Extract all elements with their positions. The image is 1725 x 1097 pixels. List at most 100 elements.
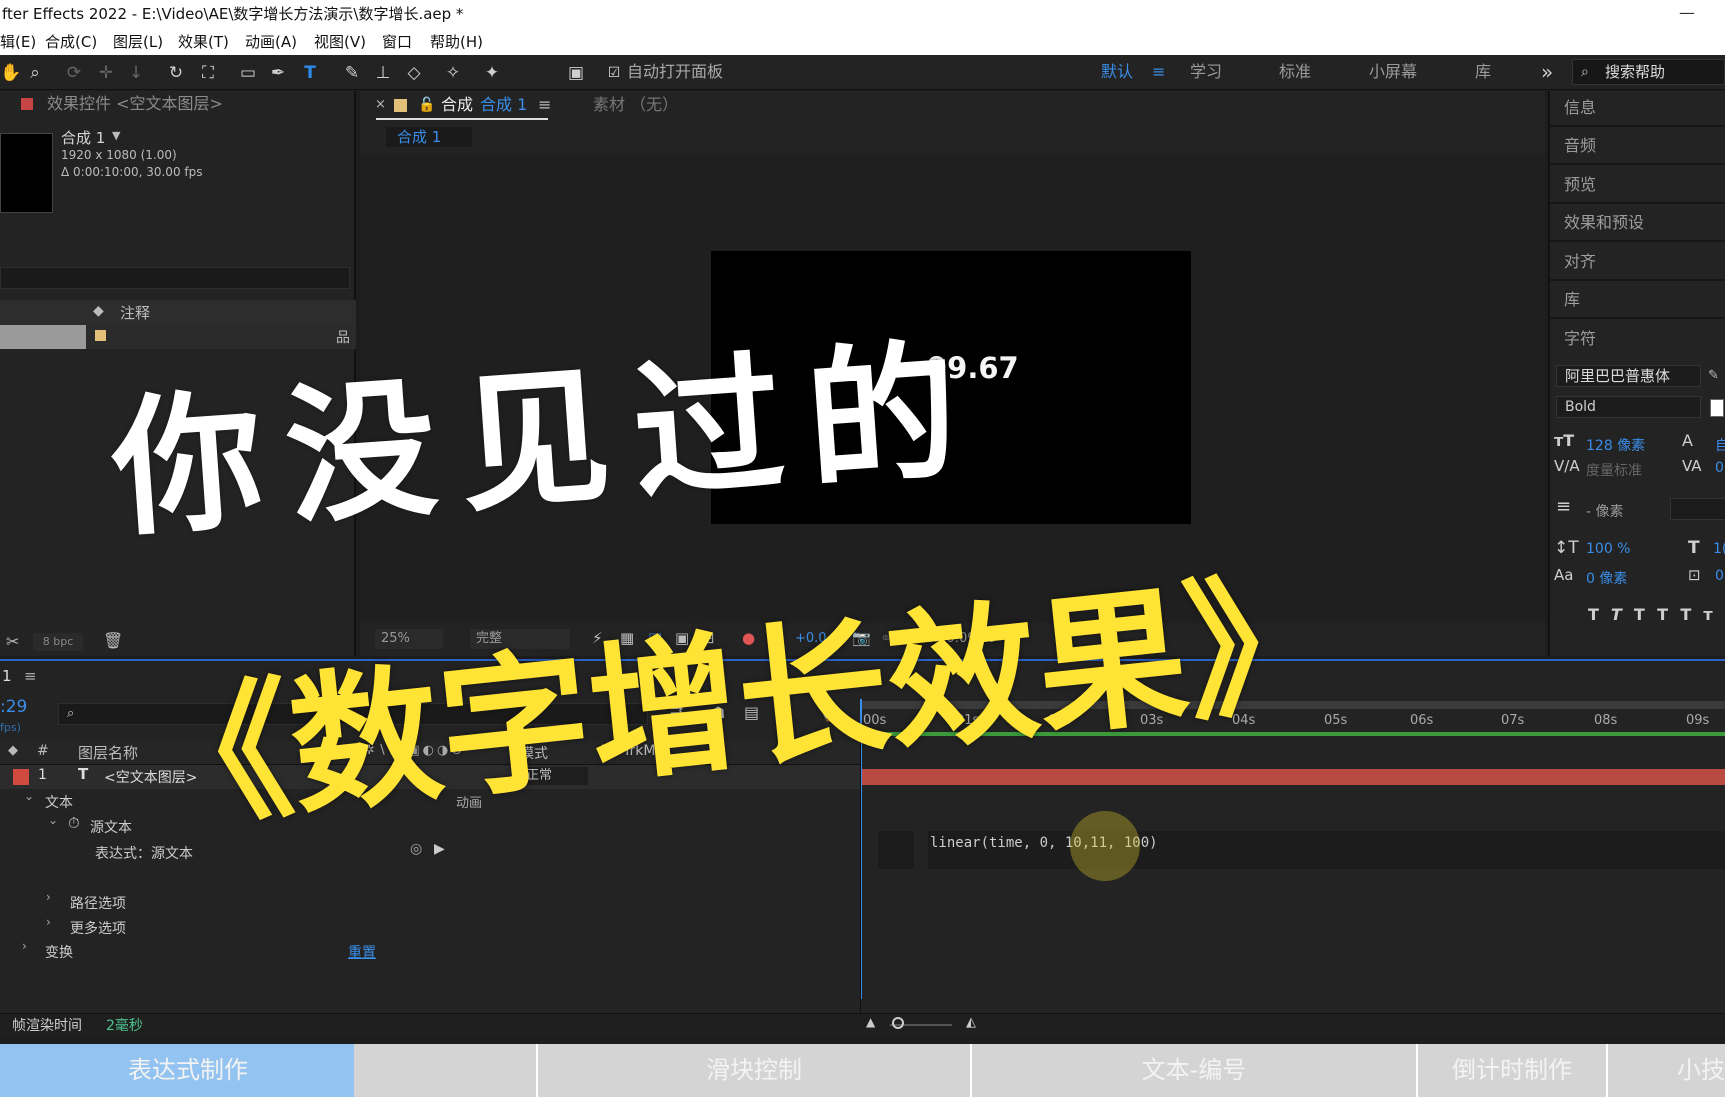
baseline-shift-value[interactable]: 0 像素: [1586, 568, 1627, 588]
interpret-footage-icon[interactable]: ✂: [6, 632, 19, 651]
vertical-scale-value[interactable]: 100 %: [1586, 541, 1630, 557]
fill-color-swatch[interactable]: [1710, 399, 1724, 417]
chevron-down-icon[interactable]: ⌄: [48, 813, 58, 827]
workspace-default[interactable]: 默认: [1101, 55, 1133, 89]
project-item-selected[interactable]: [0, 325, 86, 349]
zoom-in-icon[interactable]: ◭: [966, 1015, 976, 1030]
dolly-tool-icon[interactable]: ↓: [125, 62, 147, 84]
chapter-tab-slider[interactable]: 滑块控制: [538, 1044, 972, 1097]
chevron-right-icon[interactable]: ›: [46, 890, 51, 904]
text-style-buttons[interactable]: TTTTTт: [1588, 605, 1725, 624]
panel-character[interactable]: 字符: [1550, 322, 1725, 358]
chevron-down-icon[interactable]: ▼: [112, 129, 120, 142]
tab-menu-icon[interactable]: ≡: [538, 91, 551, 118]
checkbox-icon[interactable]: ☑: [603, 62, 625, 84]
eraser-tool-icon[interactable]: ◇: [403, 62, 425, 84]
leading-auto-value[interactable]: 自: [1715, 435, 1725, 455]
stopwatch-icon[interactable]: ⏱: [68, 814, 80, 832]
expression-editor[interactable]: linear(time, 0, 10,11, 100): [928, 831, 1725, 869]
chevron-right-icon[interactable]: ›: [46, 915, 51, 929]
font-style-dropdown[interactable]: Bold: [1556, 396, 1701, 418]
workspace-small-screen[interactable]: 小屏幕: [1369, 55, 1417, 89]
timeline-menu-icon[interactable]: ≡: [24, 667, 37, 685]
chapter-tab-text-number[interactable]: 文本-编号: [972, 1044, 1418, 1097]
current-timecode[interactable]: :29: [0, 697, 27, 717]
more-workspaces-icon[interactable]: »: [1541, 55, 1553, 89]
hand-tool-icon[interactable]: ✋: [0, 62, 22, 84]
zoom-tool-icon[interactable]: ⌕: [24, 62, 46, 84]
pen-tool-icon[interactable]: ✒: [267, 62, 289, 84]
prop-more-options[interactable]: 更多选项: [70, 918, 126, 938]
menu-help[interactable]: 帮助(H): [430, 29, 483, 55]
flowchart-icon[interactable]: 品: [336, 327, 350, 347]
kerning-value[interactable]: 度量标准: [1586, 460, 1642, 480]
comp-tab-name[interactable]: 合成 1: [480, 91, 527, 118]
comp-tab-label[interactable]: 合成: [441, 91, 473, 118]
menu-window[interactable]: 窗口: [382, 29, 412, 55]
menu-composition[interactable]: 合成(C): [45, 29, 97, 55]
brush-tool-icon[interactable]: ✎: [341, 62, 363, 84]
trash-icon[interactable]: 🗑: [103, 631, 123, 650]
orbit-tool-icon[interactable]: ⟳: [63, 62, 85, 84]
stamp-tool-icon[interactable]: ⊥: [372, 62, 394, 84]
anchor-tool-icon[interactable]: ⛶: [197, 62, 219, 84]
menu-effect[interactable]: 效果(T): [178, 29, 229, 55]
font-family-dropdown[interactable]: 阿里巴巴普惠体: [1556, 365, 1701, 387]
comp-name[interactable]: 合成 1: [61, 127, 105, 148]
project-item-row[interactable]: [86, 325, 356, 349]
type-tool-icon[interactable]: T: [299, 62, 321, 84]
workspace-menu-icon[interactable]: ≡: [1152, 55, 1165, 89]
panel-align[interactable]: 对齐: [1550, 245, 1725, 281]
panel-icon[interactable]: ▣: [565, 62, 587, 84]
menu-edit[interactable]: 辑(E): [0, 29, 36, 55]
workspace-standard[interactable]: 标准: [1279, 55, 1311, 89]
footage-tab[interactable]: 素材 （无）: [593, 91, 678, 118]
menu-view[interactable]: 视图(V): [314, 29, 366, 55]
help-search-input[interactable]: ⌕ 搜索帮助: [1572, 59, 1725, 85]
pan-tool-icon[interactable]: ✛: [95, 62, 117, 84]
minimize-button[interactable]: —: [1679, 0, 1695, 26]
font-size-value[interactable]: 128 像素: [1586, 435, 1645, 455]
stroke-type-dropdown[interactable]: [1670, 498, 1725, 520]
panel-info[interactable]: 信息: [1550, 91, 1725, 127]
chapter-tab-tips[interactable]: 小技: [1608, 1044, 1725, 1097]
expression-play-icon[interactable]: ▶: [434, 841, 445, 857]
puppet-pin-icon[interactable]: ✦: [481, 62, 503, 84]
lock-icon[interactable]: 🔓: [418, 93, 435, 117]
stroke-width-value[interactable]: - 像素: [1586, 501, 1624, 521]
horizontal-scale-value[interactable]: 1(: [1713, 541, 1725, 557]
chevron-down-icon[interactable]: ⌄: [24, 789, 34, 803]
zoom-dropdown[interactable]: 25%: [375, 629, 443, 649]
eyedropper-icon[interactable]: ✎: [1708, 368, 1719, 383]
column-comment[interactable]: 注释: [120, 301, 150, 325]
zoom-slider-handle[interactable]: [892, 1017, 904, 1029]
prop-transform[interactable]: 变换: [45, 942, 73, 962]
bpc-button[interactable]: 8 bpc: [33, 633, 83, 651]
menu-animation[interactable]: 动画(A): [245, 29, 297, 55]
timeline-tab[interactable]: 1: [2, 667, 12, 685]
prop-path-options[interactable]: 路径选项: [70, 893, 126, 913]
rectangle-tool-icon[interactable]: ▭: [237, 62, 259, 84]
expression-pickwhip-icon[interactable]: ◎: [410, 841, 422, 857]
prop-text[interactable]: 文本: [45, 792, 73, 812]
reset-link[interactable]: 重置: [348, 942, 376, 962]
workspace-learn[interactable]: 学习: [1190, 55, 1222, 89]
tsume-value[interactable]: 0: [1715, 568, 1724, 584]
chapter-tab-expression[interactable]: 表达式制作: [22, 1044, 354, 1097]
chevron-right-icon[interactable]: ›: [22, 939, 27, 953]
panel-preview[interactable]: 预览: [1550, 168, 1725, 204]
prop-source-text[interactable]: 源文本: [90, 817, 132, 837]
column-layer-name[interactable]: 图层名称: [78, 742, 138, 763]
rotate-tool-icon[interactable]: ↻: [165, 62, 187, 84]
project-search-input[interactable]: [0, 267, 350, 289]
layer-label-swatch[interactable]: [13, 769, 29, 785]
effect-controls-title[interactable]: 效果控件 <空文本图层>: [47, 91, 223, 117]
roto-brush-icon[interactable]: ✧: [442, 62, 464, 84]
panel-audio[interactable]: 音频: [1550, 129, 1725, 165]
menu-layer[interactable]: 图层(L): [113, 29, 163, 55]
layer-duration-bar[interactable]: [862, 769, 1725, 785]
workspace-library[interactable]: 库: [1475, 55, 1491, 89]
panel-library[interactable]: 库: [1550, 283, 1725, 319]
chapter-tab-countdown[interactable]: 倒计时制作: [1418, 1044, 1608, 1097]
zoom-out-icon[interactable]: ▲: [866, 1015, 875, 1029]
